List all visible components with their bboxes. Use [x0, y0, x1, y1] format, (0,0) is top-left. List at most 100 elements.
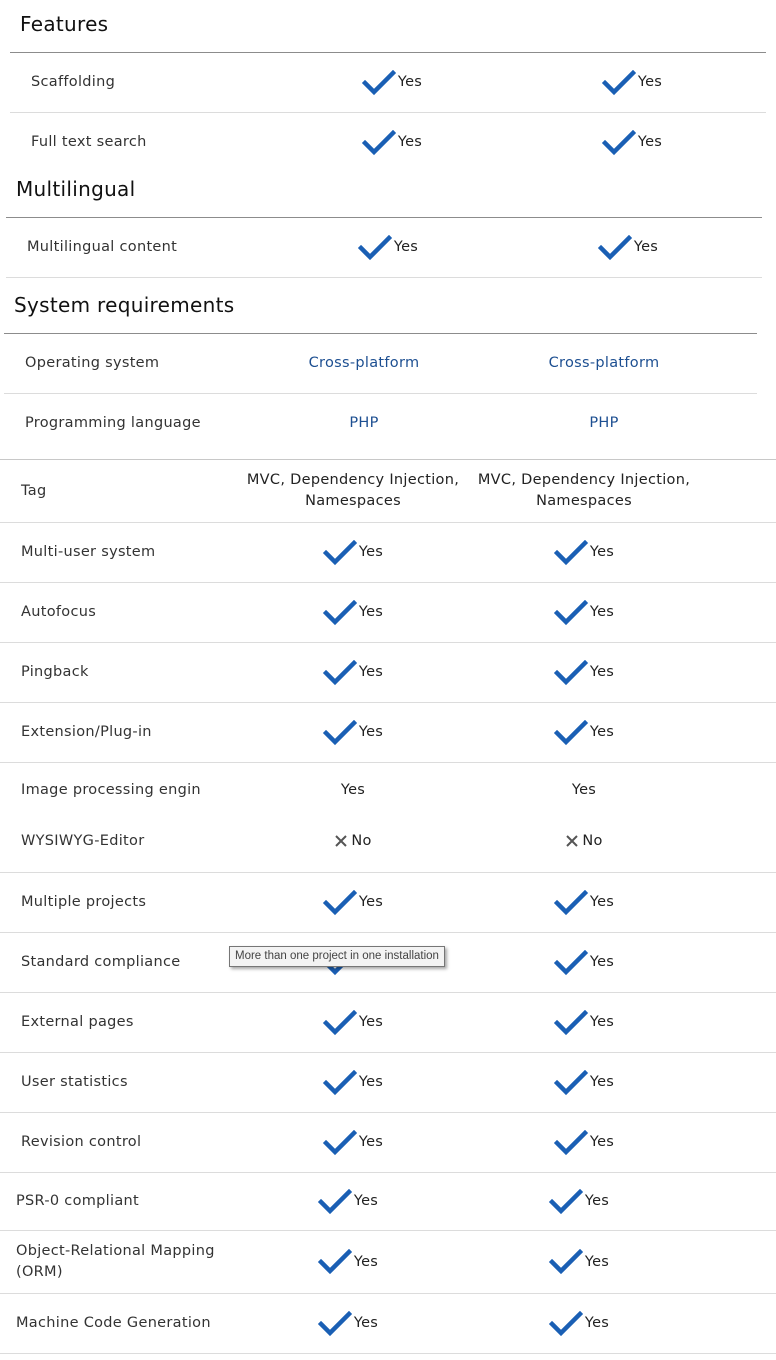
check-icon: [317, 1249, 352, 1275]
cell-col2: Yes: [471, 873, 697, 932]
check-icon: [553, 719, 588, 746]
check-icon: [601, 69, 636, 96]
section-header-system: System requirements: [14, 293, 235, 317]
cell-col2: Yes: [466, 1231, 692, 1293]
table-row: PSR-0 compliant Yes Yes: [0, 1173, 776, 1231]
table-row: Scaffolding Yes Yes: [10, 53, 766, 113]
table-row: User statistics Yes Yes: [0, 1053, 776, 1113]
table-row: Operating system Cross-platform Cross-pl…: [4, 334, 757, 394]
table-row: Pingback Yes Yes: [0, 643, 776, 703]
language-link-col2[interactable]: PHP: [484, 394, 724, 453]
cell-col1: Yes: [240, 583, 466, 642]
cell-value: Yes: [589, 724, 615, 740]
table-row: Machine Code Generation Yes Yes: [0, 1294, 776, 1354]
check-icon: [322, 539, 357, 566]
cross-icon: [565, 834, 579, 848]
cell-value: Yes: [358, 664, 384, 680]
table-row: Image processing engin Yes Yes: [0, 763, 776, 818]
cell-col2: Yes: [471, 643, 697, 702]
cell-col1: Yes: [240, 703, 466, 762]
row-label: Programming language: [25, 415, 201, 431]
check-icon: [553, 539, 588, 566]
check-icon: [322, 599, 357, 626]
cell-value: Yes: [358, 544, 384, 560]
cell-value: Yes: [353, 1193, 379, 1209]
check-icon: [322, 889, 357, 916]
cell-value: Yes: [358, 604, 384, 620]
check-icon: [548, 1188, 583, 1215]
cell-col2: Yes: [512, 53, 752, 112]
cell-value: Yes: [353, 1253, 379, 1270]
table-row: Multilingual content Yes Yes: [6, 218, 762, 278]
cell-value: Yes: [637, 74, 663, 90]
table-row: Extension/Plug-in Yes Yes: [0, 703, 776, 763]
row-label: Multilingual content: [27, 239, 178, 255]
check-icon: [322, 1069, 357, 1096]
row-label: User statistics: [21, 1074, 128, 1090]
cell-col2: Yes: [471, 583, 697, 642]
cell-value: Yes: [353, 1315, 379, 1331]
cell-value: No: [351, 832, 372, 849]
row-label: Multi-user system: [21, 544, 156, 560]
cell-value: Yes: [358, 724, 384, 740]
cell-value: Yes: [589, 954, 615, 970]
cell-value: Yes: [589, 1014, 615, 1030]
cell-col2: Yes: [471, 1053, 697, 1112]
row-label: Image processing engin: [21, 782, 201, 798]
cell-value: Yes: [584, 1193, 610, 1209]
check-icon: [322, 1129, 357, 1156]
table-row: Autofocus Yes Yes: [0, 583, 776, 643]
os-link-col2[interactable]: Cross-platform: [484, 334, 724, 393]
cell-col2: Yes: [466, 1294, 692, 1353]
language-link-col1[interactable]: PHP: [244, 394, 484, 453]
cell-value: Yes: [584, 1315, 610, 1331]
cell-col2: Yes: [471, 523, 697, 582]
check-icon: [553, 889, 588, 916]
cell-col2: Yes: [471, 993, 697, 1052]
cell-col1: Yes: [240, 1113, 466, 1172]
cell-value: Yes: [589, 604, 615, 620]
cell-value: Yes: [397, 74, 423, 90]
cell-col2: Yes: [466, 1173, 692, 1230]
cell-col1: Yes: [272, 53, 512, 112]
cell-col1: No: [240, 818, 466, 864]
tooltip: More than one project in one installatio…: [229, 946, 445, 967]
row-label: Tag: [21, 482, 47, 499]
cell-col1: Yes: [240, 1053, 466, 1112]
cell-value: Yes: [589, 544, 615, 560]
cell-col1: Yes: [235, 1231, 461, 1293]
row-label: Full text search: [31, 134, 147, 150]
table-row: Programming language PHP PHP: [4, 394, 757, 453]
check-icon: [322, 659, 357, 686]
cell-value: Yes: [589, 1074, 615, 1090]
row-label: Scaffolding: [31, 74, 116, 90]
cell-col1: MVC, Dependency Injection, Namespaces: [246, 472, 460, 509]
table-row: Full text search Yes Yes: [10, 113, 766, 172]
row-label: External pages: [21, 1014, 134, 1030]
os-link-col1[interactable]: Cross-platform: [244, 334, 484, 393]
check-icon: [357, 234, 392, 261]
cell-value: Yes: [393, 239, 419, 255]
cell-col2: Yes: [471, 933, 697, 992]
row-label: Pingback: [21, 664, 89, 680]
check-icon: [361, 69, 396, 96]
row-label: Extension/Plug-in: [21, 724, 152, 740]
cell-col2: Yes: [571, 782, 597, 798]
check-icon: [553, 1129, 588, 1156]
table-row: Tag MVC, Dependency Injection, Namespace…: [0, 460, 776, 523]
cell-col1: Yes: [240, 523, 466, 582]
cell-col1: Yes: [235, 1294, 461, 1353]
check-icon: [553, 659, 588, 686]
cell-value: Yes: [358, 1014, 384, 1030]
cell-value: Yes: [584, 1253, 610, 1270]
cell-col1: Yes: [340, 782, 366, 798]
check-icon: [553, 1009, 588, 1036]
cell-value: Yes: [589, 894, 615, 910]
cell-col2: Yes: [471, 703, 697, 762]
check-icon: [597, 234, 632, 261]
check-icon: [322, 719, 357, 746]
cell-col1: Yes: [240, 643, 466, 702]
row-label: Machine Code Generation: [16, 1315, 211, 1331]
cell-value: No: [582, 832, 603, 849]
cross-icon: [334, 834, 348, 848]
